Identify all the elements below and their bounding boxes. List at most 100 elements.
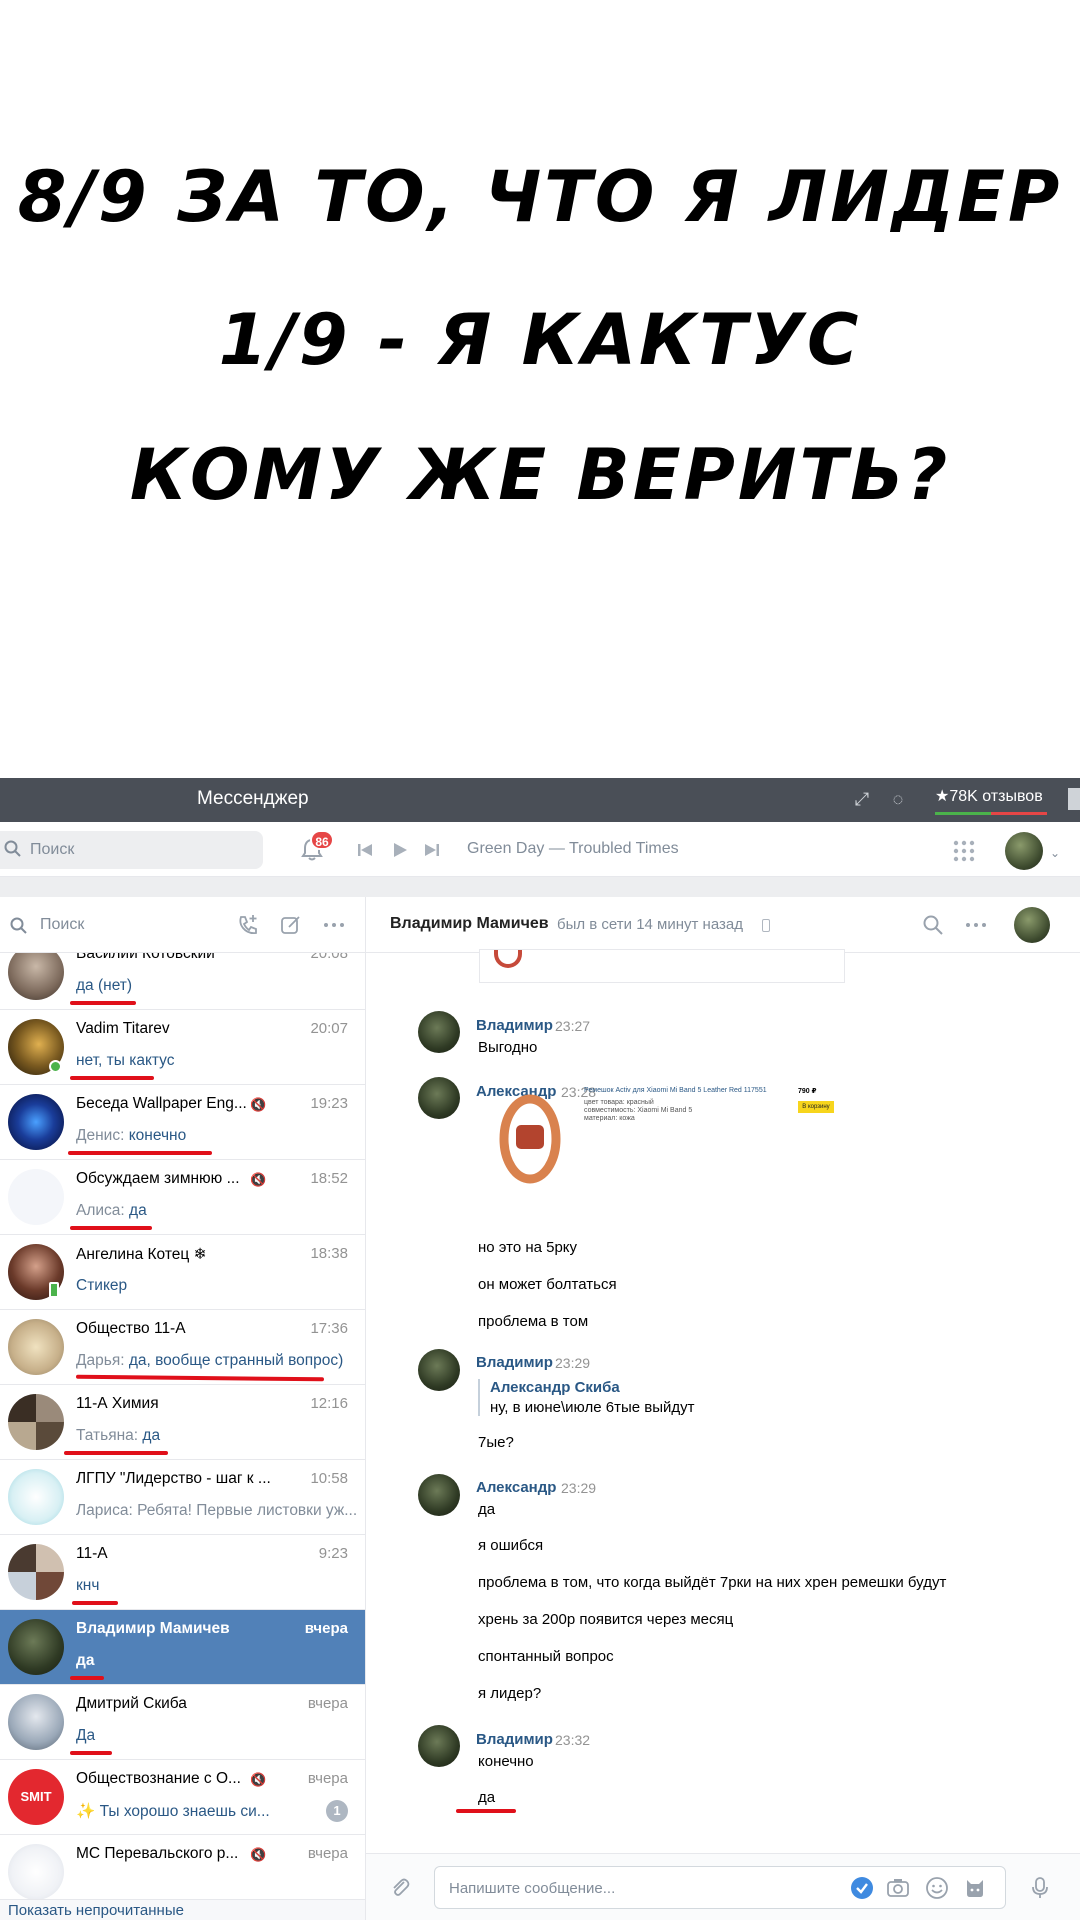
avatar xyxy=(8,1319,64,1375)
red-underline xyxy=(75,1374,325,1382)
red-underline xyxy=(70,1076,154,1080)
play-icon[interactable] xyxy=(391,840,409,860)
dialog-item[interactable]: Дмитрий Скиба вчера Да xyxy=(0,1685,365,1760)
chat-avatar[interactable] xyxy=(1014,907,1050,943)
dialog-item[interactable]: Ангелина Котец ❄ 18:38 Стикер xyxy=(0,1235,365,1310)
dialog-item[interactable]: 11-А 9:23 кнч xyxy=(0,1535,365,1610)
bookmark-icon[interactable] xyxy=(1068,788,1080,810)
apps-grid-icon[interactable] xyxy=(953,840,975,862)
message-author[interactable]: Александр xyxy=(476,1479,556,1496)
sticker-icon[interactable] xyxy=(963,1876,987,1900)
forwarded-author[interactable]: Александр Скиба xyxy=(490,1379,695,1396)
red-underline xyxy=(70,1751,112,1755)
red-underline xyxy=(70,1676,104,1680)
message-avatar[interactable] xyxy=(418,1725,460,1767)
reviews-underline xyxy=(935,812,1047,815)
message-author[interactable]: Владимир xyxy=(476,1731,553,1748)
message-input[interactable]: Напишите сообщение... xyxy=(434,1866,1006,1909)
dialog-item-active[interactable]: Владимир Мамичев вчера да xyxy=(0,1610,365,1685)
product-price: 790 ₽ xyxy=(798,1088,817,1095)
show-unread-footer[interactable]: Показать непрочитанные xyxy=(0,1899,365,1920)
dialog-time: 9:23 xyxy=(318,1545,348,1562)
dialog-item[interactable]: Обсуждаем зимнюю ... 🔇 18:52 Алиса: да xyxy=(0,1160,365,1235)
more-icon[interactable] xyxy=(322,913,346,937)
message-text: проблема в том xyxy=(478,1313,589,1330)
dialog-time: 10:58 xyxy=(310,1470,348,1487)
profile-avatar[interactable] xyxy=(1005,832,1043,870)
emoji-icon[interactable] xyxy=(925,1876,949,1900)
product-title[interactable]: Ремешок Activ для Xiaomi Mi Band 5 Leath… xyxy=(584,1087,767,1094)
dialog-time: 17:36 xyxy=(310,1320,348,1337)
current-track[interactable]: Green Day — Troubled Times xyxy=(467,840,679,858)
window-title: Мессенджер xyxy=(197,788,309,809)
dialog-item[interactable]: SMIT Обществознание с О... 🔇 вчера ✨ Ты … xyxy=(0,1760,365,1835)
dialog-time: вчера xyxy=(307,1845,348,1862)
message-time: 23:32 xyxy=(555,1732,591,1748)
next-track-icon[interactable] xyxy=(423,840,441,860)
dialogs-search-input[interactable]: Поиск xyxy=(40,916,84,934)
message-text: но это на 5рку xyxy=(478,1239,578,1256)
dialog-item[interactable]: Vadim Titarev 20:07 нет, ты кактус xyxy=(0,1010,365,1085)
microphone-icon[interactable] xyxy=(1028,1876,1052,1900)
dialog-last-message: да (нет) xyxy=(76,977,133,994)
dialog-name: ЛГПУ "Лидерство - шаг к ... xyxy=(76,1470,271,1487)
extension-icon[interactable]: ◌ xyxy=(886,787,910,811)
message-avatar[interactable] xyxy=(418,1349,460,1391)
header-search-input[interactable]: Поиск xyxy=(0,831,263,869)
dialog-item[interactable]: Беседа Wallpaper Eng... 🔇 19:23 Денис: к… xyxy=(0,1085,365,1160)
message-text: да xyxy=(478,1501,496,1518)
vk-header: Поиск 86 Green Day — Troubled Times ⌄ xyxy=(0,822,1080,877)
red-underline xyxy=(70,1001,136,1005)
attachment-card[interactable] xyxy=(479,949,845,983)
message-text: спонтанный вопрос xyxy=(478,1648,614,1665)
message-avatar[interactable] xyxy=(418,1474,460,1516)
message-time: 23:29 xyxy=(555,1355,591,1371)
dialog-item[interactable]: Общество 11-А 17:36 Дарья: да, вообще ст… xyxy=(0,1310,365,1385)
dialogs-search-bar: Поиск xyxy=(0,897,365,953)
dialog-name: Общество 11-А xyxy=(76,1320,186,1337)
avatar xyxy=(8,1469,64,1525)
product-attachment[interactable]: Ремешок Activ для Xiaomi Mi Band 5 Leath… xyxy=(478,1083,858,1193)
add-call-icon[interactable] xyxy=(236,913,260,937)
avatar xyxy=(8,1544,64,1600)
camera-icon[interactable] xyxy=(886,1876,910,1900)
previous-track-icon[interactable] xyxy=(356,840,374,860)
more-icon[interactable] xyxy=(964,913,988,937)
show-unread-link[interactable]: Показать непрочитанные xyxy=(8,1902,184,1919)
attach-icon[interactable] xyxy=(388,1876,412,1900)
red-underline xyxy=(70,1226,152,1230)
message-avatar[interactable] xyxy=(418,1011,460,1053)
chevron-down-icon[interactable]: ⌄ xyxy=(1050,846,1060,860)
reviews-link[interactable]: ★78K отзывов xyxy=(935,786,1043,806)
search-icon[interactable] xyxy=(921,913,945,937)
dialog-last-message: Денис: конечно xyxy=(76,1127,187,1144)
dialog-last-message: Стикер xyxy=(76,1277,128,1294)
share-icon[interactable]: ⤢ xyxy=(850,787,874,811)
message-composer: Напишите сообщение... xyxy=(366,1853,1080,1920)
dialog-item[interactable]: ЛГПУ "Лидерство - шаг к ... 10:58 Лариса… xyxy=(0,1460,365,1535)
message-avatar[interactable] xyxy=(418,1077,460,1119)
message-author[interactable]: Владимир xyxy=(476,1017,553,1034)
dialog-time: 12:16 xyxy=(310,1395,348,1412)
compose-icon[interactable] xyxy=(279,913,303,937)
message-time: 23:29 xyxy=(561,1480,597,1496)
avatar xyxy=(8,1394,64,1450)
message-time: 23:27 xyxy=(555,1018,591,1034)
message-text: конечно xyxy=(478,1753,534,1770)
muted-icon: 🔇 xyxy=(250,1172,267,1187)
forwarded-message[interactable]: Александр Скиба ну, в июне\июле 6тые вый… xyxy=(478,1379,695,1416)
avatar xyxy=(8,1094,64,1150)
chat-header: Владимир Мамичев был в сети 14 минут наз… xyxy=(366,897,1080,953)
red-underline xyxy=(64,1451,168,1455)
dialog-time: вчера xyxy=(307,1695,348,1712)
message-text: хрень за 200р появится через месяц xyxy=(478,1611,734,1628)
muted-icon: 🔇 xyxy=(250,1847,267,1862)
chat-title[interactable]: Владимир Мамичев xyxy=(390,915,549,933)
add-to-cart-button[interactable]: В корзину xyxy=(798,1101,834,1113)
message-author[interactable]: Владимир xyxy=(476,1354,553,1371)
dialog-time: 18:38 xyxy=(310,1245,348,1262)
dialog-item[interactable]: 11-А Химия 12:16 Татьяна: да xyxy=(0,1385,365,1460)
dialog-last-message: Татьяна: да xyxy=(76,1427,161,1444)
check-icon[interactable] xyxy=(850,1876,874,1900)
dialog-last-message: Да xyxy=(76,1727,96,1744)
